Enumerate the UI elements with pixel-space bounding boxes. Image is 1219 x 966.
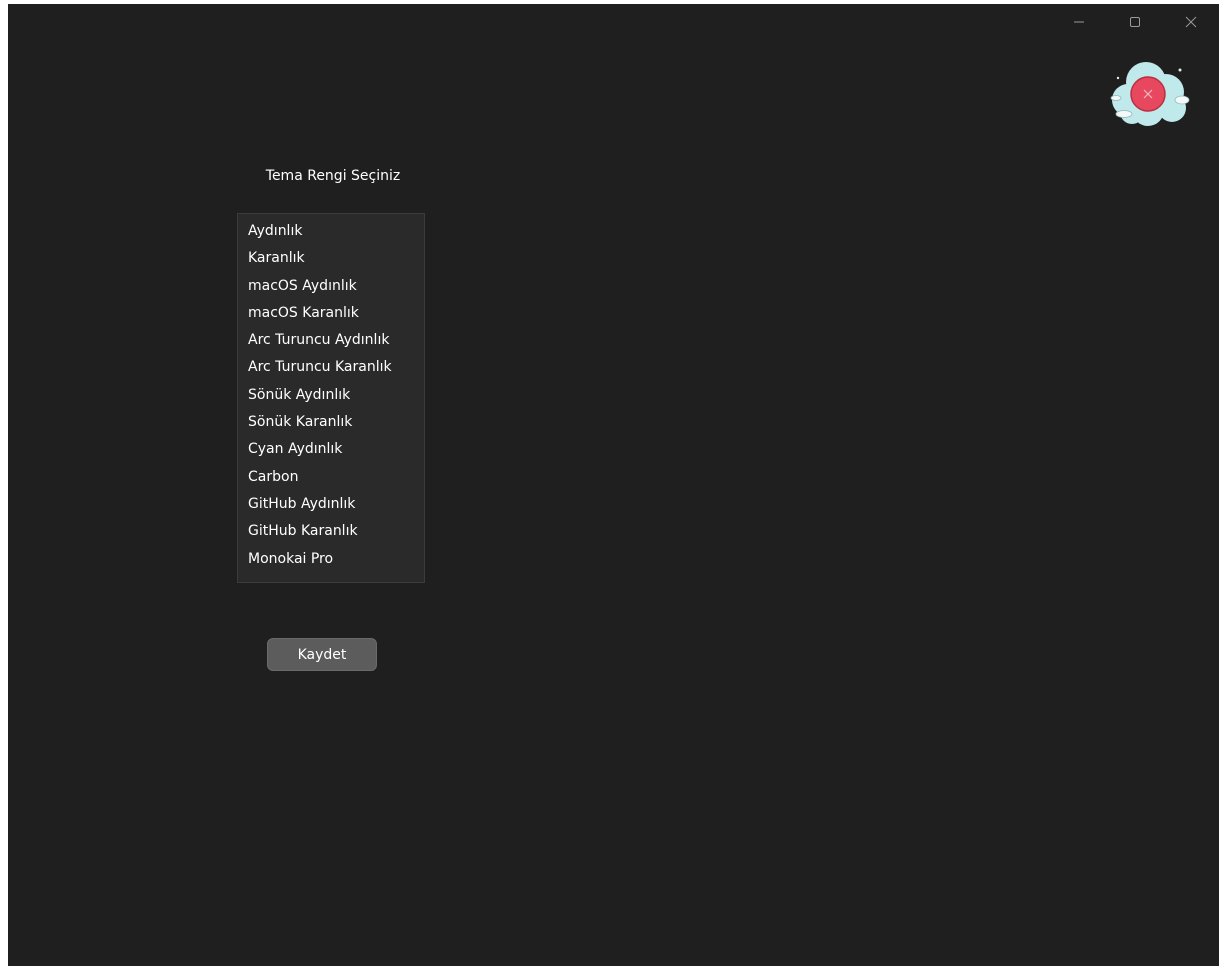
theme-option-macos-karanlik[interactable]: macOS Karanlık — [238, 300, 424, 327]
theme-option-cyan-aydinlik[interactable]: Cyan Aydınlık — [238, 436, 424, 463]
theme-option-macos-aydinlik[interactable]: macOS Aydınlık — [238, 273, 424, 300]
maximize-icon[interactable] — [1107, 4, 1163, 40]
theme-option-monokai-pro[interactable]: Monokai Pro — [238, 546, 424, 573]
window-controls — [1051, 4, 1219, 40]
close-icon[interactable] — [1163, 4, 1219, 40]
theme-option-sonuk-aydinlik[interactable]: Sönük Aydınlık — [238, 382, 424, 409]
theme-list[interactable]: Aydınlık Karanlık macOS Aydınlık macOS K… — [237, 213, 425, 583]
cloud-logo-icon — [1102, 56, 1192, 130]
theme-option-github-aydinlik[interactable]: GitHub Aydınlık — [238, 491, 424, 518]
theme-option-aydinlik[interactable]: Aydınlık — [238, 218, 424, 245]
minimize-icon[interactable] — [1051, 4, 1107, 40]
theme-option-karanlik[interactable]: Karanlık — [238, 245, 424, 272]
theme-option-sonuk-karanlik[interactable]: Sönük Karanlık — [238, 409, 424, 436]
theme-prompt-label: Tema Rengi Seçiniz — [265, 168, 401, 184]
save-button[interactable]: Kaydet — [267, 638, 377, 671]
theme-option-arc-turuncu-aydinlik[interactable]: Arc Turuncu Aydınlık — [238, 327, 424, 354]
theme-option-github-karanlik[interactable]: GitHub Karanlık — [238, 518, 424, 545]
app-window: Tema Rengi Seçiniz Aydınlık Karanlık mac… — [8, 4, 1219, 966]
theme-option-carbon[interactable]: Carbon — [238, 464, 424, 491]
theme-option-arc-turuncu-karanlik[interactable]: Arc Turuncu Karanlık — [238, 354, 424, 381]
